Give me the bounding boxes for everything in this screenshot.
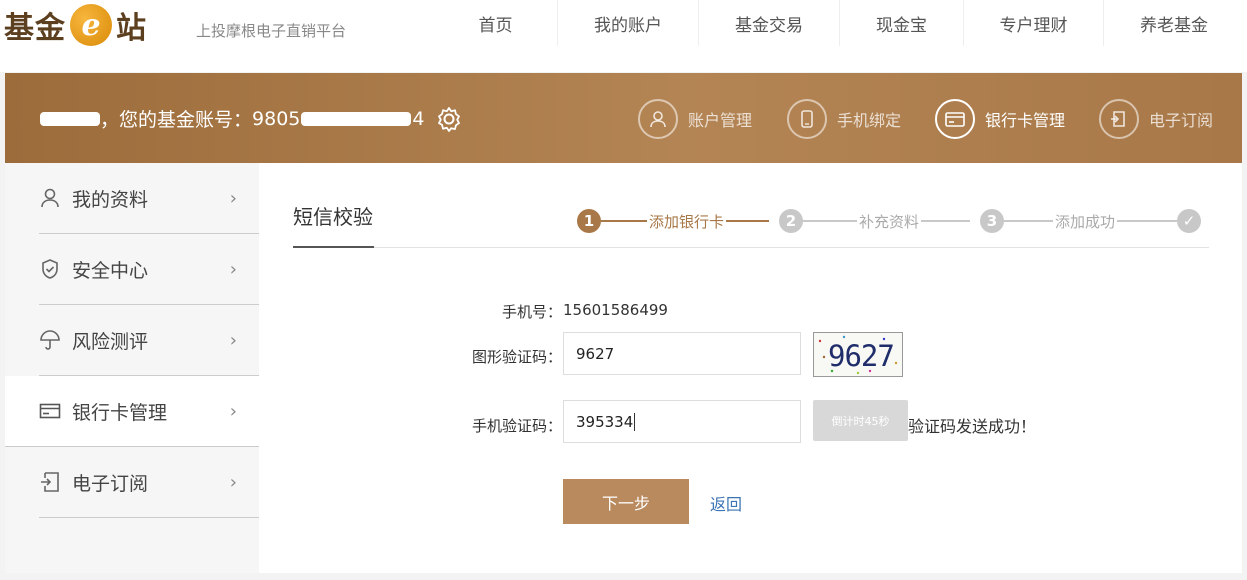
chevron-right-icon: › — [229, 188, 237, 209]
chevron-right-icon: › — [229, 401, 237, 422]
captcha-label: 图形验证码： — [471, 348, 562, 366]
sms-code-input[interactable]: 395334 — [563, 400, 801, 443]
tab-divider — [293, 247, 1209, 248]
logo-e-icon: e — [70, 4, 112, 46]
greeting-text: ，您的基金账号： — [100, 109, 253, 131]
account-banner: ，您的基金账号： 9805 4 账户管理 手机绑定 银行卡管理 电子订阅 — [5, 73, 1242, 163]
top-header: 基金 e 站 上投摩根电子直销平台 首页 我的账户 基金交易 现金宝 专户理财 … — [0, 0, 1247, 72]
nav-my-account[interactable]: 我的账户 — [558, 0, 699, 46]
quick-link-label: 电子订阅 — [1149, 111, 1214, 130]
nav-fund-trading[interactable]: 基金交易 — [699, 0, 840, 46]
next-step-button[interactable]: 下一步 — [563, 479, 689, 524]
phone-label: 手机号： — [501, 303, 562, 321]
sidebar-item-label: 风险测评 — [72, 330, 149, 353]
user-icon — [638, 99, 678, 139]
chevron-right-icon: › — [229, 259, 237, 280]
bank-card-icon — [935, 99, 975, 139]
chevron-right-icon: › — [229, 472, 237, 493]
main-panel: 短信校验 1 添加银行卡 2 补充资料 3 添加成功 ✓ 手机号： 156015… — [259, 163, 1242, 573]
tab-active-underline — [293, 246, 374, 248]
sidebar-item-subscribe[interactable]: 电子订阅 › — [39, 447, 259, 518]
account-number-suffix: 4 — [412, 107, 425, 130]
masked-account — [301, 111, 412, 126]
quick-link-label: 银行卡管理 — [985, 111, 1066, 130]
step-3-label: 添加成功 — [1053, 211, 1118, 232]
nav-cash-treasure[interactable]: 现金宝 — [840, 0, 964, 46]
greeting: ，您的基金账号： 9805 4 — [40, 105, 462, 132]
step-done-check-icon: ✓ — [1177, 209, 1201, 233]
site-logo[interactable]: 基金 e 站 — [4, 4, 147, 46]
logo-left-text: 基金 — [4, 11, 66, 46]
top-nav: 首页 我的账户 基金交易 现金宝 专户理财 养老基金 — [434, 0, 1244, 46]
step-2-label: 补充资料 — [857, 211, 922, 232]
quick-link-label: 手机绑定 — [837, 111, 902, 130]
quick-link-subscribe[interactable]: 电子订阅 — [1099, 99, 1213, 139]
countdown-button[interactable]: 倒计时45秒 — [813, 400, 908, 441]
sidebar-item-label: 电子订阅 — [72, 472, 149, 495]
sidebar-item-label: 我的资料 — [72, 188, 149, 211]
step-1-marker: 1 — [577, 209, 601, 233]
nav-special-account[interactable]: 专户理财 — [964, 0, 1104, 46]
sidebar-item-label: 安全中心 — [72, 259, 149, 282]
progress-steps: 1 添加银行卡 2 补充资料 3 添加成功 ✓ — [577, 209, 1227, 235]
sms-code-input-value: 395334 — [576, 412, 634, 431]
subscribe-icon — [39, 471, 61, 493]
sidebar-item-profile[interactable]: 我的资料 › — [39, 163, 259, 234]
subscribe-icon — [1099, 99, 1139, 139]
bank-card-icon — [39, 400, 61, 422]
captcha-input-value: 9627 — [576, 344, 615, 363]
gear-icon[interactable] — [436, 106, 462, 132]
site-tagline: 上投摩根电子直销平台 — [196, 22, 347, 40]
sidebar-item-bank-card[interactable]: 银行卡管理 › — [5, 376, 259, 447]
captcha-image[interactable]: 9627 — [813, 332, 903, 377]
sidebar-item-risk-assessment[interactable]: 风险测评 › — [39, 305, 259, 376]
quick-link-bank-card[interactable]: 银行卡管理 — [935, 99, 1065, 139]
sidebar-item-label: 银行卡管理 — [72, 401, 168, 424]
sms-code-label: 手机验证码： — [471, 417, 562, 435]
phone-value: 15601586499 — [563, 301, 668, 319]
step-3-marker: 3 — [980, 209, 1004, 233]
text-caret — [634, 412, 636, 431]
quick-link-label: 账户管理 — [688, 111, 753, 130]
quick-link-account-manage[interactable]: 账户管理 — [638, 99, 752, 139]
shield-icon — [39, 258, 61, 280]
step-2-marker: 2 — [779, 209, 803, 233]
sidebar-item-security[interactable]: 安全中心 › — [39, 234, 259, 305]
captcha-input[interactable]: 9627 — [563, 332, 801, 375]
account-number-prefix: 9805 — [252, 107, 301, 130]
logo-right-text: 站 — [116, 11, 147, 46]
step-1-label: 添加银行卡 — [647, 211, 727, 232]
captcha-text: 9627 — [828, 339, 895, 373]
umbrella-icon — [39, 329, 61, 351]
quick-link-phone-binding[interactable]: 手机绑定 — [787, 99, 901, 139]
nav-pension-fund[interactable]: 养老基金 — [1104, 0, 1244, 46]
phone-icon — [787, 99, 827, 139]
masked-name — [40, 111, 100, 126]
chevron-right-icon: › — [229, 330, 237, 351]
sidebar: 我的资料 › 安全中心 › 风险测评 › 银行卡管理 › 电子订阅 › — [5, 163, 259, 573]
user-icon — [39, 187, 61, 209]
tab-sms-verification[interactable]: 短信校验 — [293, 201, 373, 230]
sms-sent-status: 验证码发送成功！ — [908, 417, 1037, 436]
back-link[interactable]: 返回 — [710, 491, 742, 515]
nav-home[interactable]: 首页 — [434, 0, 558, 46]
